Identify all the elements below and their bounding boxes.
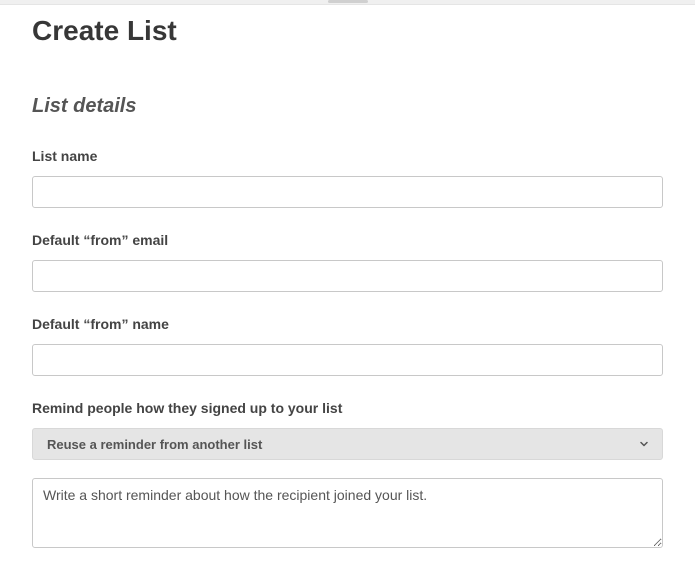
dropdown-selected-text: Reuse a reminder from another list: [47, 437, 262, 452]
reminder-textarea[interactable]: [32, 478, 663, 548]
field-from-email: Default “from” email: [32, 232, 663, 292]
from-name-input[interactable]: [32, 344, 663, 376]
page-title: Create List: [32, 15, 663, 47]
field-from-name: Default “from” name: [32, 316, 663, 376]
list-name-input[interactable]: [32, 176, 663, 208]
list-name-label: List name: [32, 148, 663, 164]
field-list-name: List name: [32, 148, 663, 208]
drag-handle: [328, 0, 368, 3]
reminder-label: Remind people how they signed up to your…: [32, 400, 663, 416]
form-container: Create List List details List name Defau…: [0, 5, 695, 553]
from-email-input[interactable]: [32, 260, 663, 292]
field-reminder: Remind people how they signed up to your…: [32, 400, 663, 553]
from-email-label: Default “from” email: [32, 232, 663, 248]
reminder-reuse-dropdown[interactable]: Reuse a reminder from another list: [32, 428, 663, 460]
from-name-label: Default “from” name: [32, 316, 663, 332]
section-title: List details: [32, 95, 663, 118]
chevron-down-icon: [640, 440, 648, 448]
top-divider-bar: [0, 0, 695, 5]
